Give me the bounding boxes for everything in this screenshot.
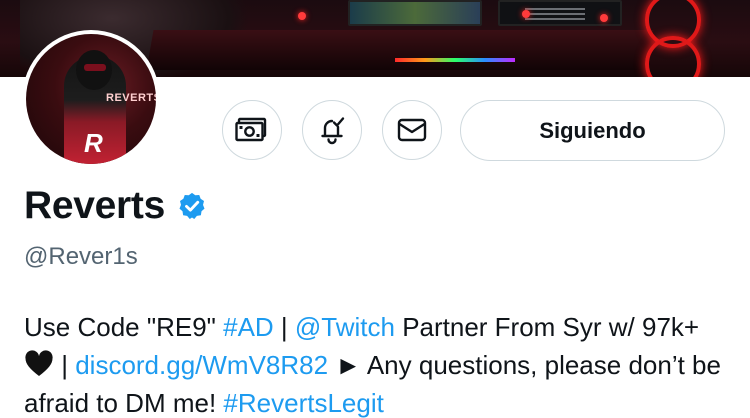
banner-monitor: [348, 0, 482, 26]
avatar-image: REVERTS R: [26, 34, 156, 164]
message-button[interactable]: [382, 100, 442, 160]
profile-bio: Use Code "RE9" #AD | @Twitch Partner Fro…: [24, 308, 736, 418]
banner-desk: [146, 30, 654, 70]
avatar-mask: [84, 64, 106, 71]
bio-text: Partner From Syr w/ 97k+: [394, 312, 700, 342]
twitch-mention-link[interactable]: @Twitch: [295, 312, 395, 342]
mail-icon: [397, 118, 427, 142]
user-handle: @Rever1s: [24, 243, 138, 270]
bio-text: Use Code "RE9": [24, 312, 224, 342]
hashtag-ad-link[interactable]: #AD: [223, 312, 274, 342]
display-name: Reverts: [24, 184, 165, 227]
banner-light: [522, 10, 530, 18]
avatar-logo: R: [84, 128, 103, 158]
banner-rgb-strip: [395, 58, 515, 62]
tip-button[interactable]: [222, 100, 282, 160]
following-button[interactable]: Siguiendo: [460, 100, 725, 161]
bio-text: |: [273, 312, 295, 342]
banner-fan: [645, 36, 701, 77]
black-heart-icon: [25, 350, 53, 376]
banner-monitor: [498, 0, 622, 26]
notify-button[interactable]: [302, 100, 362, 160]
bio-text: |: [54, 350, 76, 380]
hashtag-revertslegit-link[interactable]: #RevertsLegit: [223, 388, 383, 418]
avatar-tag: REVERTS: [106, 92, 156, 104]
profile-page: REVERTS R Siguiendo Reverts @Rever1s Use…: [0, 0, 750, 418]
discord-link[interactable]: discord.gg/WmV8R82: [75, 350, 328, 380]
avatar[interactable]: REVERTS R: [22, 30, 160, 168]
money-icon: [235, 117, 267, 142]
verified-badge-icon[interactable]: [177, 191, 207, 221]
bell-check-icon: [321, 117, 345, 145]
banner-light: [298, 12, 306, 20]
name-row: Reverts: [24, 184, 207, 228]
banner-light: [600, 14, 608, 22]
